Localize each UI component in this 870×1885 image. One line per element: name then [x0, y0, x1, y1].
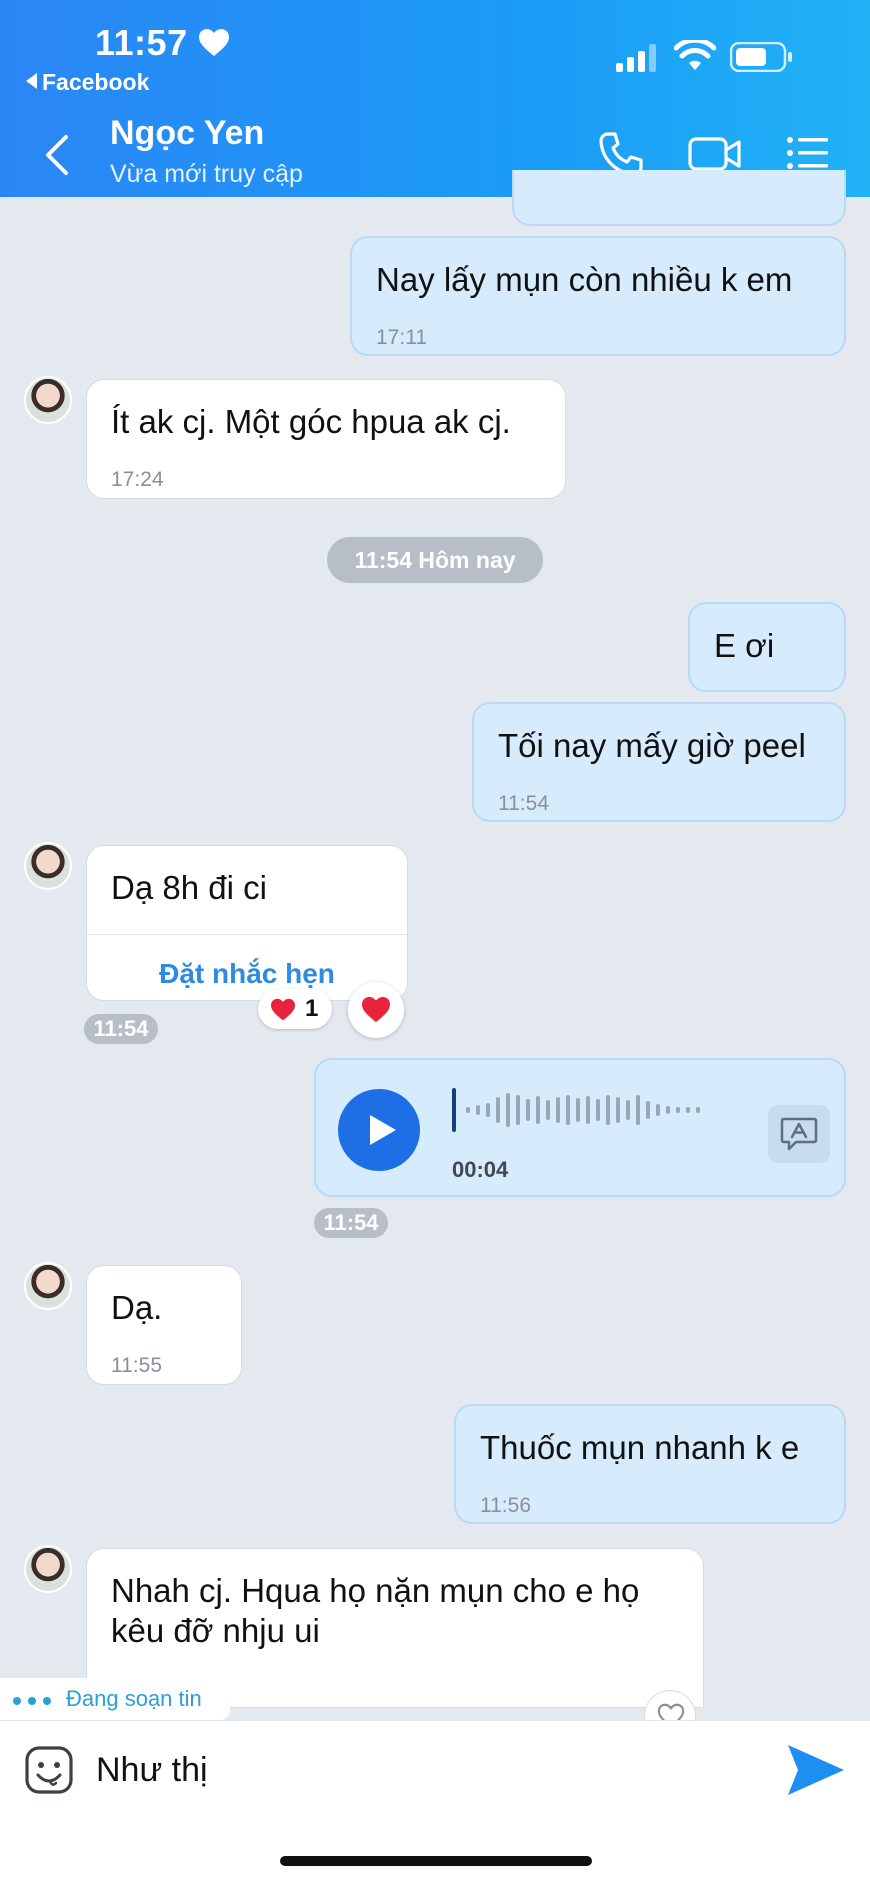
message-text: Nay lấy mụn còn nhiều k em [376, 261, 793, 298]
message-time: 11:54 [498, 792, 549, 815]
message-bubble-incoming[interactable]: Ít ak cj. Một góc hpua ak cj. 17:24 [86, 379, 566, 499]
signal-icon [616, 44, 656, 72]
message-bubble-incoming[interactable]: Dạ. 11:55 [86, 1265, 242, 1385]
divider [87, 934, 407, 935]
heart-icon [362, 996, 390, 1023]
typing-dots-icon [13, 1697, 51, 1705]
message-time: 17:24 [111, 468, 164, 491]
avatar[interactable] [24, 842, 72, 890]
transcribe-icon [780, 1117, 818, 1151]
battery-icon [730, 42, 792, 72]
message-text: Thuốc mụn nhanh k e [480, 1429, 800, 1466]
message-bubble-incoming[interactable]: Dạ 8h đi ci Đặt nhắc hẹn [86, 845, 408, 1001]
message-text: Ít ak cj. Một góc hpua ak cj. [111, 403, 511, 440]
typing-label: Đang soạn tin [66, 1686, 202, 1711]
avatar[interactable] [24, 1545, 72, 1593]
message-time: 11:56 [480, 1494, 531, 1517]
message-input[interactable] [96, 1743, 756, 1797]
message-text: E ơi [714, 627, 775, 664]
message-time-pill: 11:54 [84, 1014, 158, 1044]
contact-name[interactable]: Ngọc Yen [110, 114, 264, 153]
message-bubble-partial[interactable] [512, 170, 846, 226]
message-bubble-outgoing[interactable]: E ơi [688, 602, 846, 692]
message-time: 11:55 [111, 1354, 162, 1377]
voice-duration: 00:04 [452, 1157, 509, 1182]
transcribe-button[interactable] [768, 1105, 830, 1163]
contact-status: Vừa mới truy cập [110, 160, 303, 188]
avatar[interactable] [24, 1262, 72, 1310]
date-separator: 11:54 Hôm nay [327, 537, 543, 583]
typing-indicator: Đang soạn tin [0, 1678, 230, 1720]
message-text: Tối nay mấy giờ peel [498, 727, 806, 764]
message-bubble-outgoing[interactable]: Nay lấy mụn còn nhiều k em 17:11 [350, 236, 846, 356]
heart-reaction-icon [271, 998, 295, 1021]
sticker-icon[interactable] [24, 1745, 74, 1795]
message-text: Dạ 8h đi ci [111, 869, 267, 906]
menu-icon[interactable] [786, 136, 830, 170]
wifi-icon [674, 40, 716, 70]
chat-header: 11:57 Facebook Ngọc Yen Vừa mới truy cập [0, 0, 870, 197]
back-to-app-link[interactable]: Facebook [26, 69, 149, 96]
back-app-label: Facebook [42, 69, 150, 95]
heart-icon [199, 29, 229, 56]
message-text-line-2: kêu đỡ nhju ui [111, 1612, 320, 1649]
play-button[interactable] [338, 1089, 420, 1171]
video-icon[interactable] [688, 134, 742, 174]
avatar[interactable] [24, 376, 72, 424]
voice-message-bubble[interactable]: 00:04 [314, 1058, 846, 1197]
back-arrow-icon [26, 73, 37, 89]
message-time-pill: 11:54 [314, 1208, 388, 1238]
home-indicator [280, 1856, 592, 1866]
message-composer [0, 1720, 870, 1885]
message-bubble-outgoing[interactable]: Thuốc mụn nhanh k e 11:56 [454, 1404, 846, 1524]
play-icon [370, 1115, 396, 1145]
reaction-badge[interactable]: 1 [258, 989, 332, 1029]
reaction-count: 1 [305, 995, 319, 1022]
send-icon[interactable] [784, 1741, 846, 1799]
status-time: 11:57 [95, 22, 188, 63]
react-button[interactable] [348, 982, 404, 1038]
message-time: 17:11 [376, 326, 427, 349]
message-text: Dạ. [111, 1289, 163, 1326]
message-text-line-1: Nhah cj. Hqua họ nặn mụn cho e họ [111, 1572, 640, 1609]
message-bubble-outgoing[interactable]: Tối nay mấy giờ peel 11:54 [472, 702, 846, 822]
chevron-back-icon[interactable] [40, 133, 76, 177]
waveform [452, 1088, 700, 1132]
